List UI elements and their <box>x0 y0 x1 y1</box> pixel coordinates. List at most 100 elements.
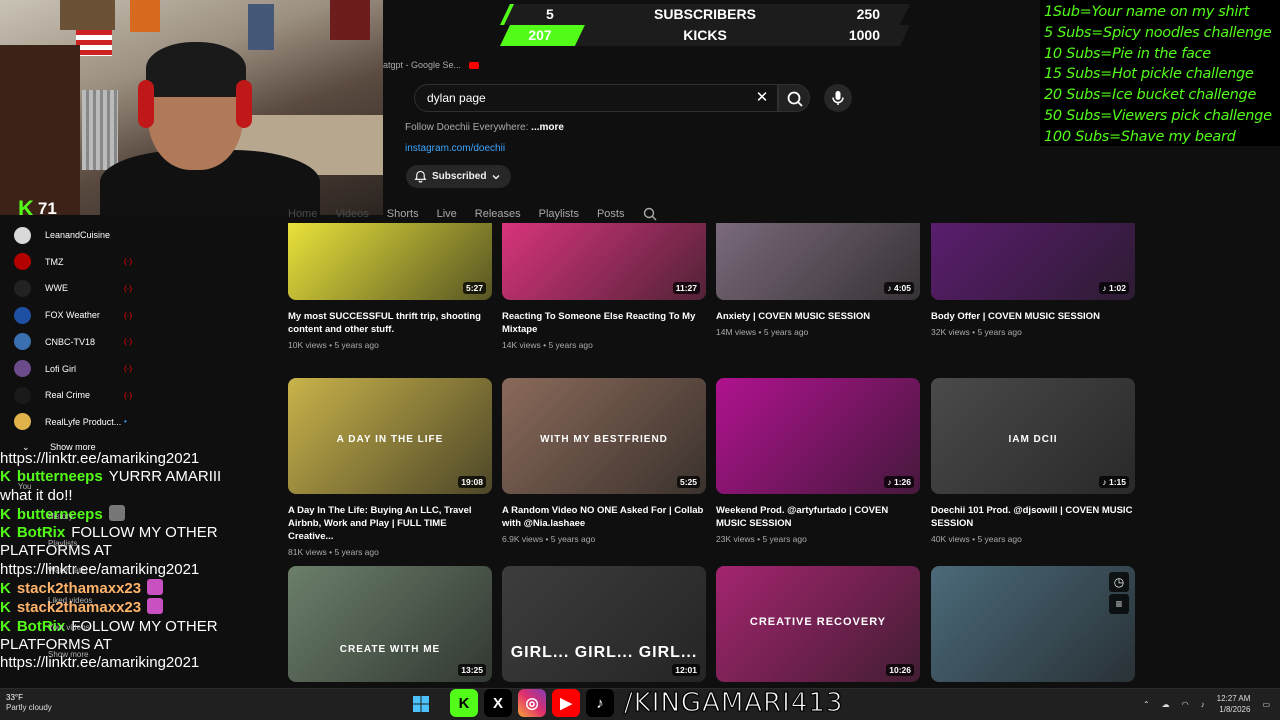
sub-goal-line: 15 Subs=Hot pickle challenge <box>1044 66 1254 83</box>
weather-temp: 33°F <box>6 693 23 702</box>
tab-home[interactable]: Home <box>288 208 317 220</box>
video-title[interactable]: Doechii 101 Prod. @djsowill | COVEN MUSI… <box>931 504 1135 530</box>
video-duration: ♪ 1:26 <box>884 476 914 488</box>
video-card[interactable]: GIRL... GIRL... GIRL... 12:01 <box>502 566 706 682</box>
channel-search-icon[interactable] <box>642 206 658 222</box>
video-title[interactable]: Anxiety | COVEN MUSIC SESSION <box>716 310 920 323</box>
wifi-icon[interactable]: ◠ <box>1182 700 1189 709</box>
channel-tabs: Home Videos Shorts Live Releases Playlis… <box>288 204 658 224</box>
sidebar-channel-label: TMZ <box>45 256 64 267</box>
tab-posts[interactable]: Posts <box>597 208 625 220</box>
watch-later-icon[interactable]: ◷ <box>1109 572 1129 592</box>
avatar <box>14 253 31 271</box>
video-title[interactable]: My most SUCCESSFUL thrift trip, shooting… <box>288 310 492 336</box>
video-thumbnail[interactable]: WITH MY BESTFRIEND 5:25 <box>502 378 706 494</box>
sidebar-channel[interactable]: Real Crime (·) <box>14 385 132 405</box>
video-thumbnail[interactable]: CREATE WITH ME 13:25 <box>288 566 492 682</box>
social-handle-bar: K X ◎ ▶ ♪ /KINGAMARI413 <box>450 686 843 720</box>
video-card[interactable]: CREATIVE RECOVERY 10:26 <box>716 566 920 682</box>
sidebar-channel[interactable]: WWE (·) <box>14 278 132 298</box>
video-meta: 14K views • 5 years ago <box>502 340 593 350</box>
sidebar-you-item[interactable]: You <box>18 482 32 491</box>
sidebar-channel[interactable]: FOX Weather (·) <box>14 305 132 325</box>
video-thumbnail[interactable]: 11:27 <box>502 223 706 300</box>
sidebar-you-item[interactable]: Show more <box>48 650 88 659</box>
instagram-link[interactable]: instagram.com/doechii <box>405 143 505 154</box>
sidebar-you-item[interactable]: Playlists <box>48 539 77 548</box>
youtube-logo-icon: ▶ <box>552 689 580 717</box>
subscribed-button[interactable]: Subscribed <box>406 165 512 188</box>
tab-releases[interactable]: Releases <box>475 208 521 220</box>
wall-art <box>60 0 115 30</box>
video-card[interactable]: IAM DCII ♪ 1:15 Doechii 101 Prod. @djsowil… <box>931 378 1135 544</box>
video-card[interactable]: A DAY IN THE LIFE 19:08 A Day In The Life:… <box>288 378 492 557</box>
sidebar-channel[interactable]: LeanandCuisine <box>14 225 110 245</box>
video-card[interactable]: 5:27 My most SUCCESSFUL thrift trip, shoo… <box>288 223 492 350</box>
chevron-up-icon[interactable]: ⌃ <box>1143 700 1150 709</box>
kick-badge-icon: K <box>0 468 11 486</box>
taskbar-clock[interactable]: 12:27 AM 1/8/2026 <box>1217 693 1251 715</box>
sidebar-you-item[interactable]: Your videos <box>48 623 90 632</box>
video-thumbnail[interactable]: ♪ 4:05 <box>716 223 920 300</box>
clear-search-button[interactable]: ✕ <box>752 88 772 108</box>
live-icon: (·) <box>124 283 132 293</box>
video-card[interactable]: 11:27 Reacting To Someone Else Reacting T… <box>502 223 706 350</box>
add-to-queue-icon[interactable]: ≡ <box>1109 594 1129 614</box>
close-icon: ✕ <box>755 89 769 106</box>
radiator <box>82 90 118 170</box>
tiktok-logo-icon: ♪ <box>586 689 614 717</box>
windows-start-icon[interactable] <box>412 695 430 713</box>
video-thumbnail[interactable]: 5:27 <box>288 223 492 300</box>
voice-search-button[interactable] <box>824 84 852 112</box>
video-card[interactable]: CREATE WITH ME 13:25 <box>288 566 492 682</box>
sidebar-you-item[interactable]: Watch later <box>48 566 88 575</box>
chat-username[interactable]: stack2thamaxx23 <box>17 580 141 597</box>
video-thumbnail[interactable]: ♪ 1:02 <box>931 223 1135 300</box>
sidebar-channel[interactable]: RealLyfe Product... • <box>14 412 127 432</box>
sidebar-you-item[interactable]: History <box>48 512 73 521</box>
video-thumbnail[interactable]: A DAY IN THE LIFE 19:08 <box>288 378 492 494</box>
video-card[interactable]: ♪ 4:05 Anxiety | COVEN MUSIC SESSION 14M v… <box>716 223 920 337</box>
search-input[interactable]: dylan page <box>414 84 778 112</box>
sidebar-channel[interactable]: Lofi Girl (·) <box>14 359 132 379</box>
video-title[interactable]: A Day In The Life: Buying An LLC, Travel… <box>288 504 492 543</box>
weather-widget[interactable]: 33°F Partly cloudy <box>6 693 52 713</box>
video-title[interactable]: A Random Video NO ONE Asked For | Collab… <box>502 504 706 530</box>
video-title[interactable]: Weekend Prod. @artyfurtado | COVEN MUSIC… <box>716 504 920 530</box>
youtube-logo-icon[interactable] <box>469 61 480 69</box>
video-title[interactable]: Reacting To Someone Else Reacting To My … <box>502 310 706 336</box>
screen: K 71 5 SUBSCRIBERS 250 207 KICKS 1000 1S… <box>0 0 1280 720</box>
video-thumbnail[interactable]: ♪ 1:26 <box>716 378 920 494</box>
sidebar-channel[interactable]: TMZ (·) <box>14 252 132 272</box>
tab-videos[interactable]: Videos <box>335 208 368 220</box>
subs-label: SUBSCRIBERS <box>654 6 756 22</box>
tab-playlists[interactable]: Playlists <box>539 208 579 220</box>
browser-tab-title[interactable]: atgpt - Google Se... <box>383 60 461 70</box>
cloud-icon[interactable]: ☁ <box>1162 700 1170 709</box>
sub-goal-line: 100 Subs=Shave my beard <box>1044 128 1236 145</box>
video-title[interactable]: Body Offer | COVEN MUSIC SESSION <box>931 310 1135 323</box>
video-thumbnail[interactable]: CREATIVE RECOVERY 10:26 <box>716 566 920 682</box>
video-thumbnail[interactable]: ◷ ≡ <box>931 566 1135 682</box>
video-card[interactable]: ♪ 1:26 Weekend Prod. @artyfurtado | COVEN… <box>716 378 920 544</box>
video-duration: 13:25 <box>458 664 486 676</box>
sidebar-channel-label: WWE <box>45 283 68 294</box>
sidebar-channel[interactable]: CNBC-TV18 (·) <box>14 332 132 352</box>
chat-message: K BotRix FOLLOW MY OTHER <box>0 618 240 636</box>
tab-shorts[interactable]: Shorts <box>387 208 419 220</box>
volume-icon[interactable]: ♪ <box>1201 700 1205 709</box>
video-card[interactable]: ◷ ≡ <box>931 566 1135 682</box>
video-duration: 10:26 <box>886 664 914 676</box>
sidebar-you-item[interactable]: Liked videos <box>48 596 92 605</box>
thumbnail-caption: GIRL... GIRL... GIRL... <box>510 644 698 661</box>
video-thumbnail[interactable]: GIRL... GIRL... GIRL... 12:01 <box>502 566 706 682</box>
live-icon: (·) <box>124 390 132 400</box>
notification-icon[interactable]: ▭ <box>1262 700 1270 709</box>
bell-icon <box>414 170 427 183</box>
video-thumbnail[interactable]: IAM DCII ♪ 1:15 <box>931 378 1135 494</box>
tab-live[interactable]: Live <box>437 208 457 220</box>
video-card[interactable]: WITH MY BESTFRIEND 5:25 A Random Video NO … <box>502 378 706 544</box>
description-more-link[interactable]: ...more <box>531 122 564 133</box>
search-button[interactable] <box>778 84 810 112</box>
video-card[interactable]: ♪ 1:02 Body Offer | COVEN MUSIC SESSION 32… <box>931 223 1135 337</box>
